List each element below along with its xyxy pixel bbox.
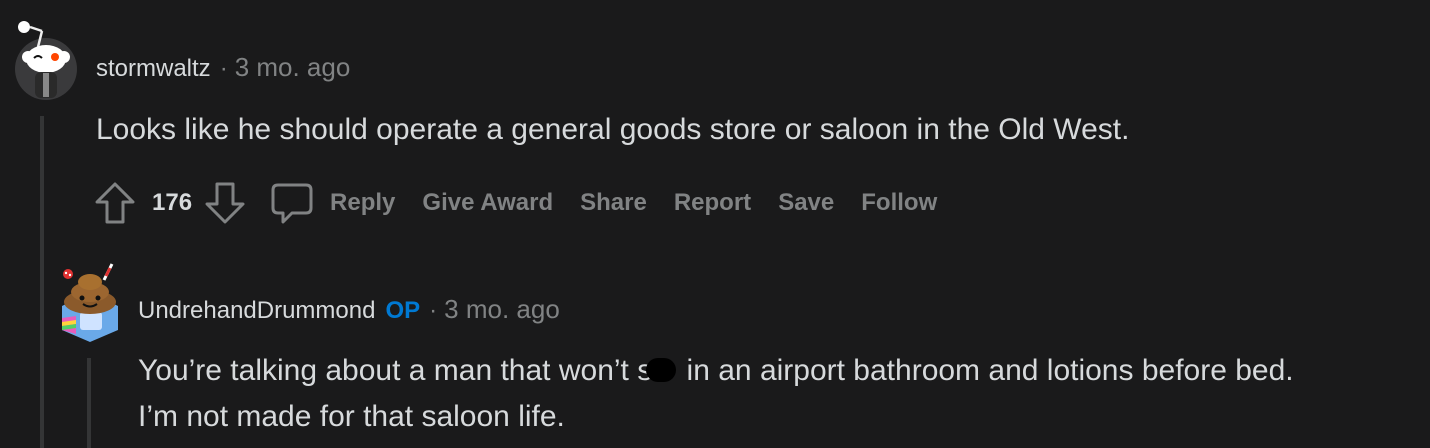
comment-thread: stormwaltz · 3 mo. ago Looks like he sho… — [0, 0, 1430, 448]
username-link[interactable]: UndrehandDrummond — [138, 297, 375, 325]
timestamp-link[interactable]: 3 mo. ago — [444, 294, 560, 325]
redaction-mark — [646, 358, 677, 382]
comment-action-bar: 176 Reply Give Award Share Report Save F… — [92, 178, 964, 228]
arrow-down-outline-icon — [205, 182, 245, 224]
timestamp-link[interactable]: 3 mo. ago — [235, 52, 351, 83]
comment-body: Looks like he should operate a general g… — [96, 113, 1130, 146]
follow-button[interactable]: Follow — [861, 189, 937, 217]
report-button[interactable]: Report — [674, 189, 751, 217]
meta-separator: · — [219, 55, 228, 82]
share-button[interactable]: Share — [580, 189, 647, 217]
avatar[interactable] — [56, 262, 124, 342]
upvote-button[interactable] — [92, 180, 138, 226]
comment-meta: UndrehandDrummond OP · 3 mo. ago — [138, 294, 560, 325]
arrow-up-outline-icon — [95, 182, 135, 224]
thread-collapse-line[interactable] — [87, 358, 91, 448]
reply-button[interactable]: Reply — [330, 189, 395, 217]
speech-bubble-icon — [271, 183, 313, 224]
comment-text: in an airport bathroom and lotions befor… — [678, 354, 1294, 387]
comment-text: You’re talking about a man that won’t s — [138, 354, 653, 387]
poop-avatar-icon — [62, 263, 118, 342]
downvote-button[interactable] — [202, 180, 248, 226]
username-link[interactable]: stormwaltz — [96, 55, 211, 83]
snoo-avatar-icon — [15, 21, 77, 100]
thread-collapse-line[interactable] — [40, 116, 44, 448]
meta-separator: · — [429, 297, 438, 324]
comment-body-line: You’re talking about a man that won’t s … — [138, 348, 1294, 394]
comment-meta: stormwaltz · 3 mo. ago — [96, 52, 350, 83]
avatar[interactable] — [14, 17, 78, 101]
reply-icon-button[interactable] — [270, 181, 314, 225]
op-badge: OP — [385, 297, 421, 324]
comment-body-line: I’m not made for that saloon life. — [138, 400, 565, 433]
give-award-button[interactable]: Give Award — [422, 189, 553, 217]
comment-body: You’re talking about a man that won’t s … — [138, 348, 1294, 440]
vote-count: 176 — [152, 189, 193, 216]
save-button[interactable]: Save — [778, 189, 834, 217]
